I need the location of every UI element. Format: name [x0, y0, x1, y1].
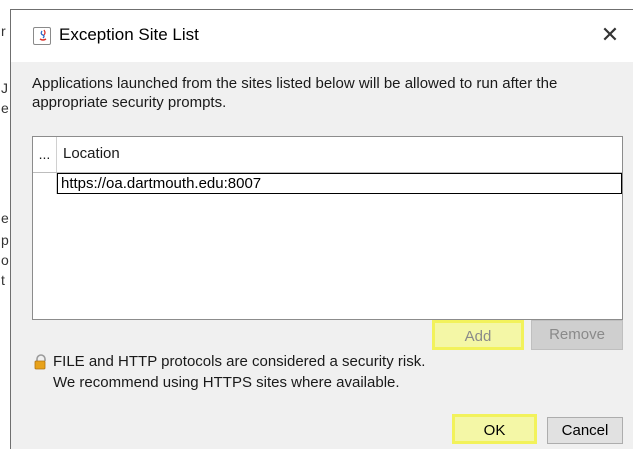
- add-button[interactable]: Add: [432, 320, 524, 350]
- background-page: r J e e p o t: [0, 0, 10, 449]
- location-input[interactable]: [57, 173, 622, 194]
- security-warning-line2: We recommend using HTTPS sites where ava…: [53, 374, 400, 391]
- background-text: t: [1, 272, 5, 288]
- lock-warning-icon: [33, 354, 49, 370]
- background-text: r: [1, 23, 6, 39]
- security-warning-line1: FILE and HTTP protocols are considered a…: [53, 353, 426, 370]
- java-icon: [33, 27, 51, 45]
- column-header-select[interactable]: ...: [33, 137, 57, 172]
- title-bar[interactable]: Exception Site List ✕: [11, 10, 633, 62]
- row-select-cell[interactable]: [33, 173, 57, 194]
- table-row[interactable]: [33, 173, 622, 194]
- background-text: e: [1, 210, 9, 226]
- table-header: ... Location: [33, 137, 622, 173]
- cancel-button[interactable]: Cancel: [547, 417, 623, 444]
- dialog-description: Applications launched from the sites lis…: [32, 75, 558, 111]
- background-text: o: [1, 252, 9, 268]
- remove-button[interactable]: Remove: [531, 320, 623, 350]
- column-header-location[interactable]: Location: [63, 137, 120, 172]
- exception-site-list-dialog: Exception Site List ✕ Applications launc…: [10, 9, 633, 449]
- background-text: e: [1, 100, 9, 116]
- close-icon[interactable]: ✕: [599, 24, 621, 46]
- background-text: J: [1, 80, 8, 96]
- dialog-title: Exception Site List: [59, 25, 199, 44]
- ok-button[interactable]: OK: [452, 414, 537, 444]
- site-list-table: ... Location: [32, 136, 623, 320]
- background-text: p: [1, 232, 9, 248]
